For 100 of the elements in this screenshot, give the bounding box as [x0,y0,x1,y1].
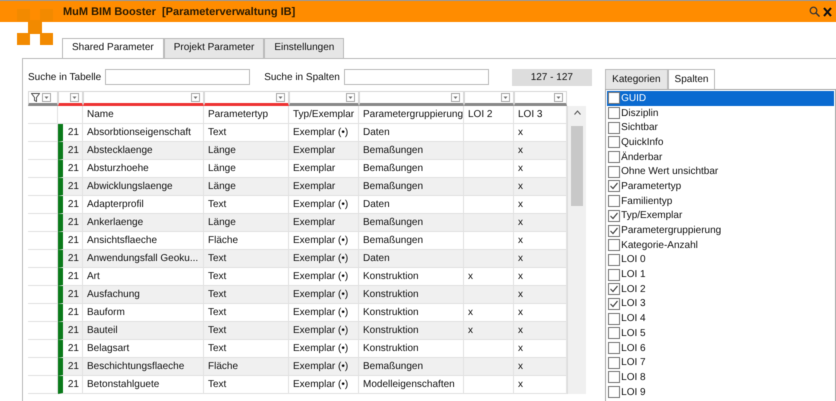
table-cell: Konstruktion [359,286,464,304]
tab[interactable]: Kategorien [605,69,668,89]
list-item[interactable]: QuickInfo [607,135,834,150]
checkbox[interactable] [608,298,620,310]
table-cell: Bemaßungen [359,358,464,376]
list-item[interactable]: LOI 3 [607,296,834,312]
checkbox[interactable] [608,166,620,178]
table-cell: Fläche [204,358,289,376]
list-item[interactable]: LOI 8 [607,370,834,385]
list-item[interactable]: LOI 4 [607,311,834,326]
column-header[interactable]: Parametertyp [204,106,289,124]
column-header[interactable]: Parametergruppierung [359,106,464,124]
dropdown-icon[interactable] [554,93,563,102]
list-item[interactable]: LOI 7 [607,355,834,370]
list-item[interactable]: GUID [607,91,834,106]
table-cell [464,250,514,268]
table-cell: x [464,322,514,340]
count-display: 127 - 127 [512,68,592,86]
column-header[interactable]: Typ/Exemplar [289,106,359,124]
dropdown-icon[interactable] [346,93,355,102]
column-header[interactable]: LOI 3 [514,106,567,124]
list-item[interactable]: Sichtbar [607,120,834,136]
list-item[interactable]: LOI 9 [607,384,834,400]
checkbox[interactable] [608,268,620,281]
table-cell: Bemaßungen [359,178,464,196]
search-icon[interactable] [809,6,820,17]
table-cell: Text [204,286,289,304]
table-cell [464,358,514,376]
list-item[interactable]: Parametergruppierung [607,223,834,238]
column-header[interactable]: Name [83,106,204,124]
checkbox[interactable] [608,92,620,104]
checkbox[interactable] [608,386,620,398]
dropdown-icon[interactable] [451,93,460,102]
table-cell [464,376,514,394]
checkbox[interactable] [608,327,620,340]
checkbox[interactable] [608,107,620,120]
close-icon[interactable] [823,6,832,16]
table-cell: x [514,286,567,304]
list-item[interactable]: LOI 1 [607,267,834,282]
table-cell: 21 [58,322,83,340]
table-cell: x [514,376,567,394]
search-label: Suche in Tabelle [28,72,102,82]
search-field[interactable] [105,69,250,85]
tab[interactable]: Spalten [668,69,716,89]
tab[interactable]: Einstellungen [264,38,344,58]
search-field[interactable] [344,69,489,85]
checkbox[interactable] [608,371,620,384]
table-cell: Bauteil [83,322,204,340]
checkbox[interactable] [608,312,620,325]
dropdown-icon[interactable] [276,93,285,102]
checkbox[interactable] [608,180,620,192]
checkbox[interactable] [608,195,620,208]
list-item[interactable]: Ohne Wert unsichtbar [607,164,834,180]
table-cell: Exemplar [289,214,359,232]
list-item[interactable]: Familientyp [607,194,834,208]
table-cell: x [514,214,567,232]
table-cell: Beschichtungsflaeche [83,358,204,376]
table-cell [464,214,514,232]
dropdown-icon[interactable] [70,93,79,102]
table-cell: x [514,142,567,160]
checkbox[interactable] [608,356,620,369]
tab[interactable]: Projekt Parameter [164,38,264,58]
checkbox[interactable] [608,283,620,296]
list-item[interactable]: Disziplin [607,106,834,120]
list-item[interactable]: Änderbar [607,150,834,164]
checkbox[interactable] [608,254,620,266]
scrollbar-thumb[interactable] [571,126,583,206]
table-cell: Konstruktion [359,322,464,340]
search-label: Suche in Spalten [264,72,340,82]
table-cell: Länge [204,214,289,232]
column-header[interactable]: LOI 2 [464,106,514,124]
table-cell: Text [204,322,289,340]
checkbox[interactable] [608,239,620,252]
checkbox[interactable] [608,342,620,354]
table-cell: Modelleigenschaften [359,376,464,394]
table-cell: Exemplar (•) [289,322,359,340]
list-item[interactable]: Typ/Exemplar [607,208,834,224]
checkbox[interactable] [608,122,620,134]
checkbox[interactable] [608,151,620,164]
tab[interactable]: Shared Parameter [62,38,164,58]
list-item[interactable]: LOI 2 [607,282,834,297]
list-item[interactable]: LOI 5 [607,326,834,341]
dropdown-icon[interactable] [501,93,510,102]
table-cell: Betonstahlguete [83,376,204,394]
table-cell [464,286,514,304]
list-item[interactable]: LOI 6 [607,340,834,356]
filter-icon[interactable] [31,93,40,102]
list-item[interactable]: Kategorie-Anzahl [607,238,834,253]
checkbox[interactable] [608,136,620,148]
table-cell: 21 [58,214,83,232]
scroll-up-icon[interactable] [574,110,580,115]
dropdown-icon[interactable] [42,93,51,102]
checkbox[interactable] [608,224,620,237]
list-item[interactable]: Parametertyp [607,179,834,194]
list-item[interactable]: LOI 0 [607,252,834,268]
checkbox[interactable] [608,210,620,222]
dropdown-icon[interactable] [191,93,200,102]
table-cell: Exemplar (•) [289,376,359,394]
table-cell: Text [204,250,289,268]
table-cell: Abwicklungslaenge [83,178,204,196]
